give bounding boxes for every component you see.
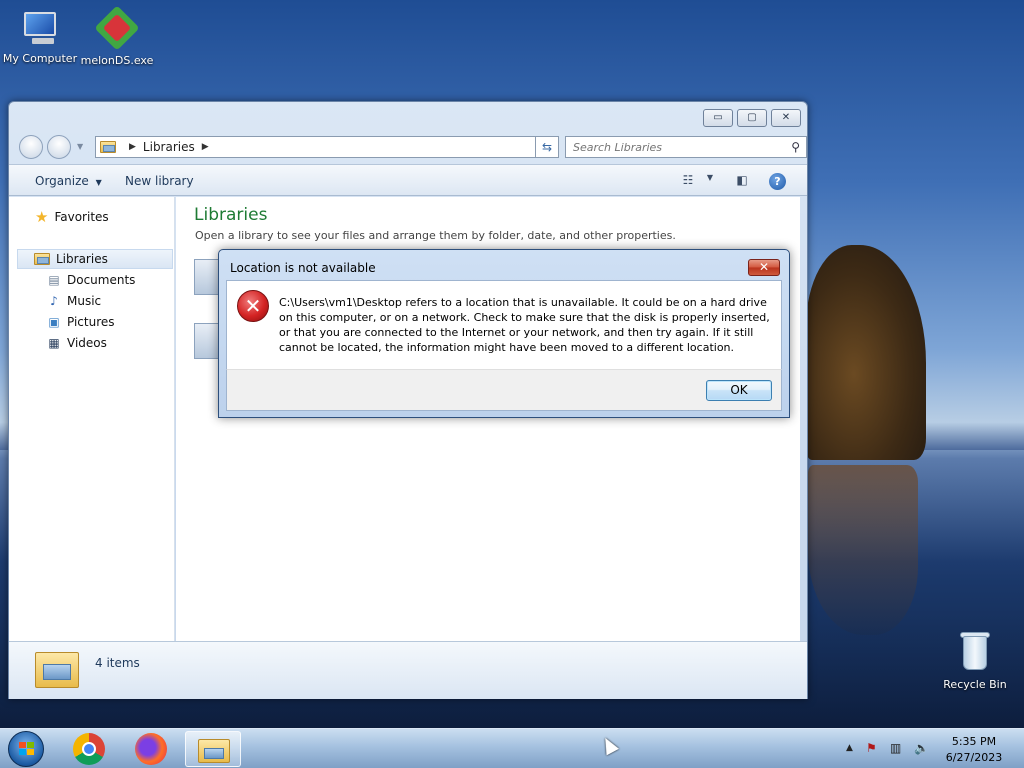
explorer-icon: [198, 737, 230, 763]
nav-favorites-label: Favorites: [54, 210, 109, 224]
nav-documents-label: Documents: [67, 273, 136, 287]
forward-button[interactable]: [47, 135, 71, 159]
recycle-bin-icon: [957, 630, 993, 674]
taskbar-chrome[interactable]: [61, 731, 117, 767]
dialog-body: ✕ C:\Users\vm1\Desktop refers to a locat…: [226, 280, 782, 369]
page-subtitle: Open a library to see your files and arr…: [195, 229, 676, 242]
desktop-icon-label: My Computer: [2, 52, 78, 65]
page-title: Libraries: [194, 205, 268, 225]
nav-favorites[interactable]: ★ Favorites: [35, 207, 109, 227]
desktop-icon-label: melonDS.exe: [80, 54, 154, 67]
views-dropdown-icon[interactable]: ▼: [701, 173, 719, 189]
nav-documents[interactable]: ▤ Documents: [47, 270, 135, 290]
libraries-large-icon: [35, 648, 79, 688]
breadcrumb-separator-icon[interactable]: ▶: [129, 142, 136, 152]
wallpaper-rock: [806, 245, 926, 460]
breadcrumb-libraries[interactable]: Libraries: [143, 140, 195, 154]
command-bar: Organize ▼ New library ☷ ▼ ◧ ?: [9, 164, 807, 196]
chevron-down-icon: ▼: [95, 178, 102, 187]
show-hidden-icons-button[interactable]: ▲: [846, 743, 853, 753]
item-count: 4 items: [95, 656, 140, 670]
address-bar[interactable]: ▶ Libraries ▶ ▼: [95, 136, 557, 158]
address-row: ▼ ▶ Libraries ▶ ▼ ⇆ ⚲: [17, 134, 807, 160]
preview-pane-icon[interactable]: ◧: [733, 173, 751, 189]
organize-label: Organize: [35, 174, 89, 188]
taskbar-firefox[interactable]: [123, 731, 179, 767]
system-clock[interactable]: 5:35 PM 6/27/2023: [936, 734, 1012, 766]
windows-logo-icon: [19, 742, 35, 756]
clock-date: 6/27/2023: [945, 751, 1003, 764]
dialog-close-button[interactable]: ✕: [748, 259, 780, 276]
help-icon[interactable]: ?: [769, 173, 786, 190]
back-button[interactable]: [19, 135, 43, 159]
organize-button[interactable]: Organize ▼: [35, 174, 102, 188]
nav-pictures-label: Pictures: [67, 315, 115, 329]
error-icon: ✕: [237, 290, 269, 322]
libraries-icon: [34, 253, 50, 265]
action-center-flag-icon[interactable]: ⚑: [866, 741, 877, 755]
nav-pictures[interactable]: ▣ Pictures: [47, 312, 115, 332]
libraries-folder-icon: [100, 141, 116, 153]
dialog-footer: OK: [226, 369, 782, 411]
refresh-button[interactable]: ⇆: [535, 136, 559, 158]
nav-videos[interactable]: ▦ Videos: [47, 333, 107, 353]
navigation-pane: ★ Favorites Libraries ▤ Documents ♪ Musi…: [9, 197, 175, 641]
window-caption-buttons: ▭ ▢ ✕: [703, 109, 801, 127]
wallpaper-rock-reflection: [808, 465, 918, 635]
change-view-icon[interactable]: ☷: [679, 173, 697, 189]
search-box: ⚲: [565, 136, 807, 158]
nav-videos-label: Videos: [67, 336, 107, 350]
taskbar: ▲ ⚑ ▥ 🔈 5:35 PM 6/27/2023: [0, 728, 1024, 768]
desktop-icon-label: Recycle Bin: [943, 678, 1007, 691]
desktop-icon-my-computer[interactable]: My Computer: [0, 8, 80, 65]
error-dialog: Location is not available ✕ ✕ C:\Users\v…: [218, 249, 790, 418]
close-button[interactable]: ✕: [771, 109, 801, 127]
details-pane: 4 items: [9, 641, 807, 699]
music-icon: ♪: [50, 294, 58, 308]
breadcrumb-separator-icon[interactable]: ▶: [202, 142, 209, 152]
new-library-button[interactable]: New library: [125, 174, 194, 188]
minimize-button[interactable]: ▭: [703, 109, 733, 127]
dialog-message: C:\Users\vm1\Desktop refers to a locatio…: [279, 296, 770, 354]
desktop-icon-melonds[interactable]: melonDS.exe: [77, 5, 157, 67]
nav-libraries-label: Libraries: [56, 252, 108, 266]
maximize-button[interactable]: ▢: [737, 109, 767, 127]
computer-icon: [20, 8, 60, 48]
nav-music[interactable]: ♪ Music: [47, 291, 101, 311]
documents-icon: ▤: [48, 273, 60, 287]
chrome-icon: [73, 733, 105, 765]
clock-time: 5:35 PM: [951, 735, 997, 748]
videos-icon: ▦: [48, 336, 60, 350]
star-icon: ★: [35, 208, 49, 226]
volume-muted-icon[interactable]: 🔈: [914, 741, 929, 755]
taskbar-explorer[interactable]: [185, 731, 241, 767]
start-button[interactable]: [8, 731, 44, 767]
recent-pages-dropdown[interactable]: ▼: [77, 142, 83, 151]
desktop-icon-recycle-bin[interactable]: Recycle Bin: [935, 630, 1015, 691]
firefox-icon: [135, 733, 167, 765]
network-icon[interactable]: ▥: [890, 741, 901, 755]
pictures-icon: ▣: [48, 315, 60, 329]
nav-music-label: Music: [67, 294, 102, 308]
ok-button[interactable]: OK: [706, 380, 772, 401]
search-icon[interactable]: ⚲: [791, 140, 800, 154]
melonds-icon: [94, 5, 140, 51]
search-input[interactable]: [566, 137, 776, 157]
dialog-title: Location is not available: [230, 261, 376, 275]
nav-libraries[interactable]: Libraries: [17, 249, 173, 269]
